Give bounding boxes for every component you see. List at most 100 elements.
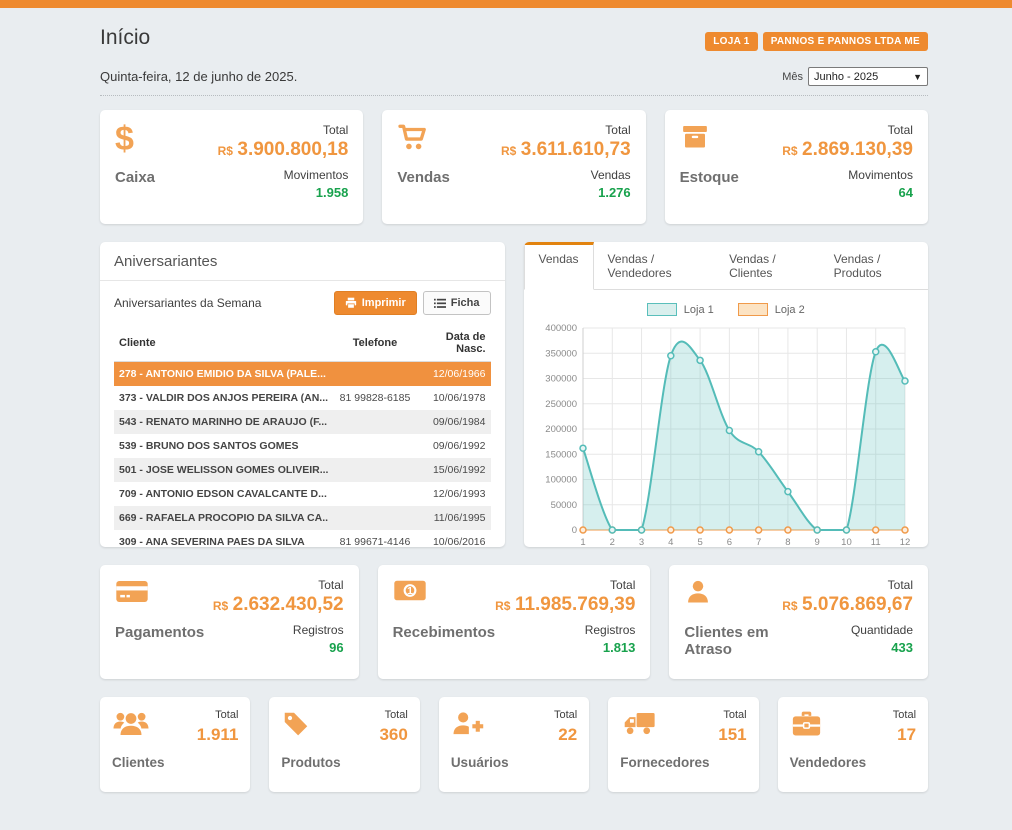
tab-vendas-vendedores[interactable]: Vendas / Vendedores [594,242,716,289]
count-label: Vendas [501,168,631,182]
card-vendas: Vendas Total R$ 3.611.610,73 Vendas 1.27… [382,110,645,224]
tab-vendas-clientes[interactable]: Vendas / Clientes [715,242,820,289]
birthdays-subtitle: Aniversariantes da Semana [114,296,261,310]
card-estoque: Estoque Total R$ 2.869.130,39 Movimentos… [665,110,928,224]
card-caixa: $ Caixa Total R$ 3.900.800,18 Movimentos… [100,110,363,224]
month-select[interactable]: Junho - 2025 ▼ [808,67,928,86]
box-icon [680,123,710,151]
count-value: 64 [782,185,913,200]
briefcase-icon [790,709,823,739]
svg-text:1: 1 [580,537,585,547]
chevron-down-icon: ▼ [913,72,922,82]
shortcut-cards: Total 1.911 Clientes Total 360 Produtos [100,697,928,792]
card-title: Recebimentos [393,624,496,641]
store-badge[interactable]: LOJA 1 [705,32,757,51]
legend-loja1[interactable]: Loja 1 [647,303,714,316]
total-value: R$ 2.869.130,39 [782,139,913,161]
count-value: 96 [213,640,344,655]
count-label: Registros [495,623,635,637]
svg-text:350000: 350000 [545,348,577,359]
col-cliente: Cliente [114,325,328,362]
count-label: Registros [213,623,344,637]
dashboard-page: Início LOJA 1 PANNOS E PANNOS LTDA ME Qu… [0,8,1012,792]
credit-card-icon [115,578,149,605]
card-clientes: Total 1.911 Clientes [100,697,250,792]
total-value: R$ 3.611.610,73 [501,139,631,161]
money-bill-icon: 1 [393,578,427,603]
count-label: Movimentos [218,168,349,182]
card-title: Fornecedores [620,755,709,770]
card-recebimentos: 1 Recebimentos Total R$ 11.985.769,39 Re… [378,565,651,679]
card-title: Produtos [281,755,340,770]
print-button[interactable]: Imprimir [334,291,417,315]
list-icon [434,298,446,309]
birthdays-panel: Aniversariantes Aniversariantes da Seman… [100,242,505,547]
count-value: 1.813 [495,640,635,655]
total-label: Total [782,123,913,137]
birthdays-table: Cliente Telefone Data de Nasc. 278 - ANT… [114,325,491,547]
card-title: Usuários [451,755,509,770]
table-row[interactable]: 543 - RENATO MARINHO DE ARAUJO (F...09/0… [114,410,491,434]
cart-icon [397,123,429,151]
total-label: Total [385,709,408,721]
users-icon [112,709,150,739]
month-filter: Mês Junho - 2025 ▼ [782,67,928,86]
card-produtos: Total 360 Produtos [269,697,419,792]
total-value: R$ 11.985.769,39 [495,594,635,616]
tab-vendas[interactable]: Vendas [524,242,594,290]
svg-text:100000: 100000 [545,475,577,486]
total-label: Total [215,709,238,721]
card-vendedores: Total 17 Vendedores [778,697,928,792]
card-usuarios: Total 22 Usuários [439,697,589,792]
total-value: 17 [897,725,916,745]
count-value: 433 [782,640,913,655]
svg-text:200000: 200000 [545,424,577,435]
total-label: Total [782,578,913,592]
total-value: 22 [558,725,577,745]
count-label: Quantidade [782,623,913,637]
table-row[interactable]: 309 - ANA SEVERINA PAES DA SILVA81 99671… [114,530,491,547]
table-row[interactable]: 373 - VALDIR DOS ANJOS PEREIRA (AN...81 … [114,386,491,410]
svg-text:300000: 300000 [545,374,577,385]
total-value: 360 [379,725,407,745]
card-title: Vendedores [790,755,867,770]
current-date: Quinta-feira, 12 de junho de 2025. [100,69,297,84]
dotted-separator [100,95,928,96]
table-row[interactable]: 709 - ANTONIO EDSON CAVALCANTE D...12/06… [114,482,491,506]
birthdays-toolbar: Aniversariantes da Semana Imprimir [114,291,491,315]
svg-text:400000: 400000 [545,323,577,334]
loja2-swatch [738,303,768,316]
table-row[interactable]: 669 - RAFAELA PROCOPIO DA SILVA CA...11/… [114,506,491,530]
tab-vendas-produtos[interactable]: Vendas / Produtos [820,242,928,289]
loja1-swatch [647,303,677,316]
table-row[interactable]: 539 - BRUNO DOS SANTOS GOMES09/06/1992 [114,434,491,458]
truck-icon [620,709,656,737]
company-badge[interactable]: PANNOS E PANNOS LTDA ME [763,32,928,51]
svg-text:11: 11 [871,537,881,547]
sales-chart-panel: Vendas Vendas / Vendedores Vendas / Clie… [524,242,929,547]
count-value: 1.276 [501,185,631,200]
table-row[interactable]: 501 - JOSE WELISSON GOMES OLIVEIR...15/0… [114,458,491,482]
total-label: Total [213,578,344,592]
user-icon [684,578,712,606]
card-title: Pagamentos [115,624,204,641]
total-value: R$ 3.900.800,18 [218,139,349,161]
table-header-row: Cliente Telefone Data de Nasc. [114,325,491,362]
svg-text:1: 1 [407,586,413,597]
total-label: Total [495,578,635,592]
svg-text:9: 9 [814,537,819,547]
card-title: Caixa [115,169,155,186]
total-label: Total [218,123,349,137]
date-row: Quinta-feira, 12 de junho de 2025. Mês J… [100,67,928,86]
col-telefone: Telefone [328,325,423,362]
svg-text:50000: 50000 [550,500,576,511]
count-value: 1.958 [218,185,349,200]
table-row[interactable]: 278 - ANTONIO EMIDIO DA SILVA (PALE...12… [114,362,491,387]
card-file-button[interactable]: Ficha [423,291,491,315]
svg-text:12: 12 [899,537,910,547]
svg-text:0: 0 [571,525,576,536]
month-label: Mês [782,71,803,83]
birthdays-panel-title: Aniversariantes [100,242,505,281]
legend-loja2[interactable]: Loja 2 [738,303,805,316]
printer-icon [345,297,357,309]
